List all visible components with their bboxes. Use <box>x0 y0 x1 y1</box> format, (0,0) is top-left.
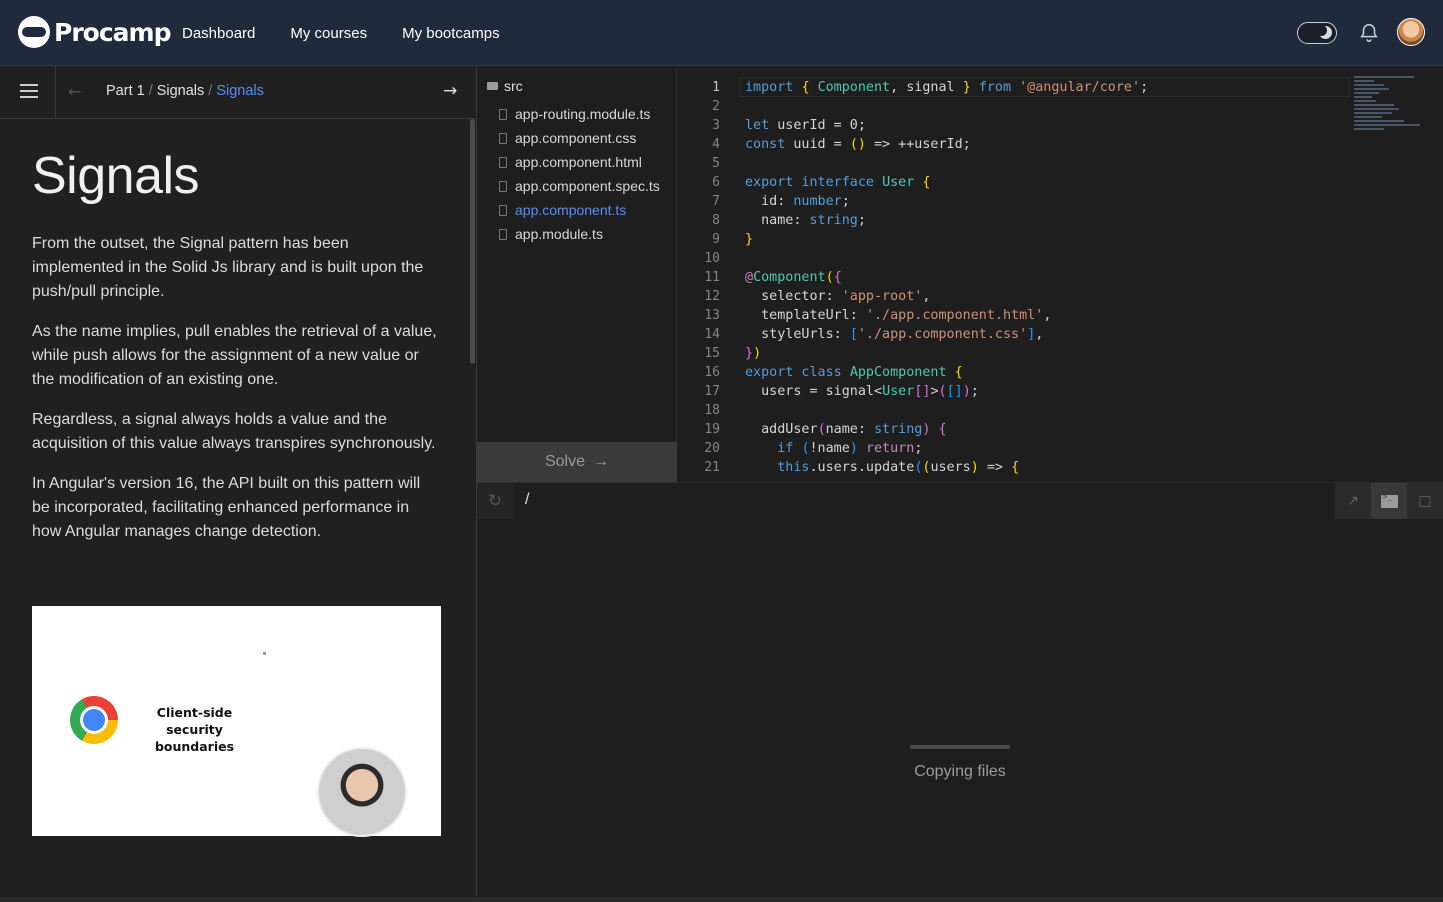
line-number: 14 <box>704 327 720 342</box>
logo-icon <box>18 16 50 48</box>
lesson-scrollbar[interactable] <box>470 119 475 364</box>
line-number: 6 <box>712 175 720 190</box>
line-number: 7 <box>712 194 720 209</box>
breadcrumb-current[interactable]: Signals <box>216 83 264 99</box>
line-number: 1 <box>712 80 720 95</box>
divider <box>55 66 56 119</box>
file-icon <box>499 228 507 240</box>
brand-name: Procamp <box>54 17 171 47</box>
dark-mode-toggle[interactable] <box>1297 22 1337 44</box>
file-icon <box>499 204 507 216</box>
line-number: 20 <box>704 441 720 456</box>
folder-label: src <box>504 78 523 94</box>
file-item[interactable]: app.component.spec.ts <box>499 174 660 198</box>
code-minimap[interactable] <box>1354 76 1424 146</box>
solve-label: Solve <box>544 453 586 470</box>
line-number: 3 <box>712 118 720 133</box>
file-item[interactable]: app.component.html <box>499 150 660 174</box>
bell-icon[interactable] <box>1358 21 1380 45</box>
lesson-title: Signals <box>32 147 200 205</box>
top-navigation: Procamp Dashboard My courses My bootcamp… <box>0 0 1443 66</box>
line-number: 9 <box>712 232 720 247</box>
preview-pane: ↻ / ↗ □ Copying files <box>477 482 1443 902</box>
file-label: app.component.spec.ts <box>515 178 660 194</box>
line-number: 18 <box>704 403 720 418</box>
arrow-right-icon[interactable]: → <box>443 81 457 101</box>
preview-status: Copying files <box>914 763 1006 780</box>
arrow-left-icon[interactable]: ← <box>68 82 81 101</box>
file-label: app.module.ts <box>515 226 603 242</box>
user-avatar[interactable] <box>1397 18 1425 46</box>
line-number: 11 <box>704 270 720 285</box>
file-item[interactable]: app.component.css <box>499 126 660 150</box>
feedback-icon[interactable]: □ <box>1407 483 1443 519</box>
line-number: 21 <box>704 460 720 475</box>
progress-bar <box>910 745 1010 749</box>
lesson-video[interactable]: Client-side security boundaries <box>32 606 441 837</box>
lesson-paragraph: As the name implies, pull enables the re… <box>32 323 437 388</box>
breadcrumb-separator: / <box>148 83 153 99</box>
breadcrumb-section[interactable]: Signals <box>157 83 205 99</box>
breadcrumb: Part 1 / Signals / Signals <box>106 83 264 99</box>
preview-toolbar: ↻ / ↗ □ <box>477 483 1443 519</box>
line-number: 2 <box>712 99 720 114</box>
refresh-icon[interactable]: ↻ <box>477 483 513 519</box>
code-text[interactable]: import { Component, signal } from '@angu… <box>745 78 1148 477</box>
nav-link-my-courses[interactable]: My courses <box>290 25 367 42</box>
moon-icon <box>1316 25 1332 39</box>
code-editor[interactable]: 1 2 3 4 5 6 7 8 9 10 11 12 13 14 15 16 17 18 19 20 21 import… <box>678 66 1443 482</box>
solve-button[interactable]: Solve → <box>477 442 677 482</box>
chrome-logo-icon <box>70 696 118 744</box>
line-number: 10 <box>704 251 720 266</box>
file-label: app.component.css <box>515 130 637 146</box>
file-icon <box>499 108 507 120</box>
file-label: app.component.html <box>515 154 642 170</box>
lesson-paragraph: Regardless, a signal always holds a valu… <box>32 411 436 452</box>
file-item[interactable]: app-routing.module.ts <box>499 102 660 126</box>
line-number: 19 <box>704 422 720 437</box>
lesson-paragraph: In Angular's version 16, the API built o… <box>32 475 421 540</box>
open-external-icon[interactable]: ↗ <box>1335 483 1371 519</box>
line-number: 12 <box>704 289 720 304</box>
lesson-paragraph: From the outset, the Signal pattern has … <box>32 235 424 300</box>
menu-icon[interactable] <box>20 84 38 98</box>
file-label: app.component.ts <box>515 202 627 218</box>
line-number: 8 <box>712 213 720 228</box>
video-caption: Client-side security boundaries <box>154 705 235 754</box>
file-icon <box>499 156 507 168</box>
cursor-marker <box>263 652 266 655</box>
lesson-toolbar: ← Part 1 / Signals / Signals → <box>0 66 477 119</box>
bottom-strip <box>0 897 1443 902</box>
presenter-avatar <box>317 747 407 837</box>
nav-link-dashboard[interactable]: Dashboard <box>182 25 255 42</box>
file-item[interactable]: app.module.ts <box>499 222 660 246</box>
line-number: 16 <box>704 365 720 380</box>
breadcrumb-part[interactable]: Part 1 <box>106 83 145 99</box>
brand-logo[interactable]: Procamp <box>18 16 171 48</box>
terminal-icon[interactable] <box>1371 483 1407 519</box>
folder-icon <box>487 82 498 90</box>
line-number: 17 <box>704 384 720 399</box>
file-label: app-routing.module.ts <box>515 106 651 122</box>
file-list: app-routing.module.ts app.component.css … <box>499 102 660 246</box>
folder-src[interactable]: src <box>487 78 523 94</box>
arrow-right-icon: → <box>593 453 610 470</box>
nav-link-my-bootcamps[interactable]: My bootcamps <box>402 25 500 42</box>
lesson-pane: ← Part 1 / Signals / Signals → Signals F… <box>0 66 477 902</box>
line-number-gutter: 1 2 3 4 5 6 7 8 9 10 11 12 13 14 15 16 17 18 19 20 21 <box>678 78 720 477</box>
file-explorer: src app-routing.module.ts app.component.… <box>477 66 677 482</box>
breadcrumb-separator: / <box>208 83 213 99</box>
file-icon <box>499 180 507 192</box>
file-item-active[interactable]: app.component.ts <box>499 198 660 222</box>
file-icon <box>499 132 507 144</box>
line-number: 5 <box>712 156 720 171</box>
lesson-content: Signals From the outset, the Signal patt… <box>32 146 442 560</box>
line-number: 4 <box>712 137 720 152</box>
line-number: 15 <box>704 346 720 361</box>
preview-url[interactable]: / <box>525 491 529 509</box>
nav-links: Dashboard My courses My bootcamps <box>182 0 500 66</box>
line-number: 13 <box>704 308 720 323</box>
